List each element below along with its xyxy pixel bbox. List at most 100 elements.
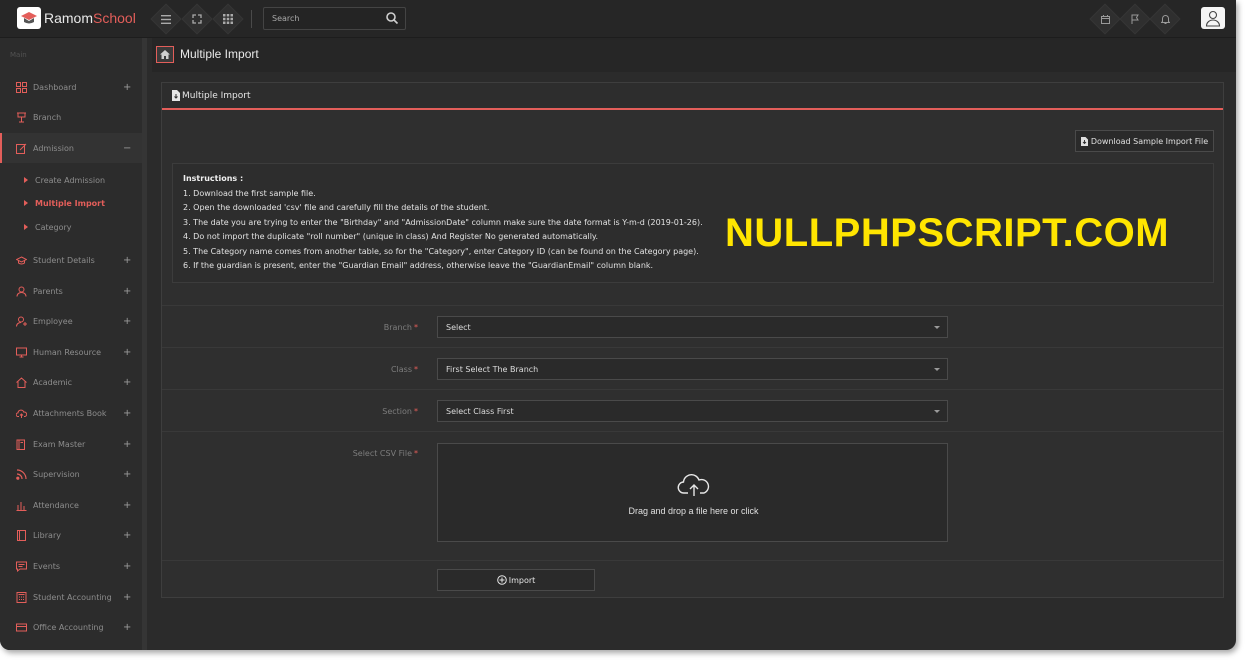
sidebar-item-label: Attachments Book	[33, 408, 107, 418]
csv-dropzone[interactable]: Drag and drop a file here or click	[437, 443, 948, 542]
expand-icon[interactable]: +	[123, 377, 131, 388]
sidebar-subitem-create-admission[interactable]: Create Admission	[24, 173, 105, 187]
sidebar-subitem-category[interactable]: Category	[24, 220, 72, 234]
expand-icon[interactable]: +	[123, 469, 131, 480]
bullet-icon	[24, 177, 28, 183]
required-mark: *	[414, 407, 418, 416]
row-divider	[162, 305, 1223, 306]
csv-file-label-text: Select CSV File	[352, 449, 412, 458]
section-select[interactable]: Select Class First	[437, 400, 948, 422]
expand-icon[interactable]: +	[123, 500, 131, 511]
expand-icon[interactable]: +	[123, 286, 131, 297]
sidebar-item-dashboard[interactable]: Dashboard +	[0, 72, 142, 102]
logo[interactable]: RamomSchool	[17, 7, 136, 29]
branch-select[interactable]: Select	[437, 316, 948, 338]
sidebar-item-label: Student Details	[33, 255, 95, 265]
menu-icon[interactable]	[155, 8, 177, 30]
cloud-upload-icon	[16, 409, 27, 418]
user-avatar-icon[interactable]	[1201, 7, 1225, 29]
sidebar-item-student-accounting[interactable]: Student Accounting +	[0, 582, 142, 612]
instruction-line: 6. If the guardian is present, enter the…	[183, 261, 654, 271]
logo-mark-icon	[17, 7, 41, 29]
flag-icon[interactable]	[1124, 8, 1146, 30]
branch-label-text: Branch	[383, 323, 412, 332]
sidebar-item-label: Exam Master	[33, 439, 86, 449]
panel-header: Multiple Import	[162, 83, 1223, 110]
branch-icon	[17, 112, 26, 122]
search-placeholder: Search	[272, 14, 300, 23]
expand-icon[interactable]: +	[123, 82, 131, 93]
row-divider	[162, 389, 1223, 390]
user-icon	[16, 286, 27, 297]
required-mark: *	[414, 323, 418, 332]
expand-icon[interactable]: +	[123, 439, 131, 450]
download-sample-label: Download Sample Import File	[1090, 136, 1209, 146]
expand-icon[interactable]: +	[123, 347, 131, 358]
sidebar-item-branch[interactable]: Branch	[0, 102, 142, 132]
file-download-icon	[1080, 136, 1088, 146]
sidebar-item-attachments-book[interactable]: Attachments Book +	[0, 398, 142, 428]
class-label: Class *	[162, 365, 418, 374]
bell-icon[interactable]	[1154, 8, 1176, 30]
home-icon[interactable]	[156, 46, 174, 63]
expand-icon[interactable]: +	[123, 530, 131, 541]
class-label-text: Class	[390, 365, 412, 374]
subitem-label: Create Admission	[35, 175, 106, 185]
search-input[interactable]: Search	[263, 7, 406, 30]
dashboard-icon	[16, 81, 27, 93]
sidebar-item-admission[interactable]: Admission −	[0, 133, 142, 163]
monitor-icon	[16, 347, 27, 357]
apps-grid-icon[interactable]	[217, 8, 239, 30]
expand-icon[interactable]: +	[123, 561, 131, 572]
row-divider	[162, 560, 1223, 561]
rss-icon	[16, 468, 27, 480]
branch-label: Branch *	[162, 323, 418, 332]
collapse-icon[interactable]: −	[123, 143, 131, 154]
sidebar-item-label: Library	[33, 530, 61, 540]
class-select[interactable]: First Select The Branch	[437, 358, 948, 380]
row-divider	[162, 431, 1223, 432]
bullet-icon	[24, 224, 28, 230]
library-icon	[17, 529, 26, 541]
sidebar-item-exam-master[interactable]: Exam Master +	[0, 429, 142, 459]
sidebar-item-library[interactable]: Library +	[0, 520, 142, 550]
book-icon	[16, 439, 25, 450]
expand-icon[interactable]: +	[123, 408, 131, 419]
expand-icon[interactable]: +	[123, 592, 131, 603]
sidebar: Main Dashboard + Branch Admission − Crea…	[0, 38, 147, 650]
page-header: Multiple Import	[152, 38, 1236, 72]
app-window: RamomSchool Search Main Dashboard + Bran…	[0, 0, 1236, 650]
top-bar: RamomSchool Search	[0, 0, 1236, 38]
sidebar-subitem-multiple-import[interactable]: Multiple Import	[24, 196, 105, 210]
credit-card-icon	[16, 623, 27, 631]
required-mark: *	[414, 449, 418, 458]
graduation-cap-icon	[16, 255, 27, 264]
expand-icon[interactable]: +	[123, 316, 131, 327]
message-icon	[16, 561, 27, 572]
sidebar-item-parents[interactable]: Parents +	[0, 276, 142, 306]
expand-icon[interactable]: +	[123, 255, 131, 266]
sidebar-item-label: Parents	[33, 286, 63, 296]
sidebar-item-academic[interactable]: Academic +	[0, 367, 142, 397]
sidebar-item-attendance[interactable]: Attendance +	[0, 490, 142, 520]
sidebar-item-student-details[interactable]: Student Details +	[0, 245, 142, 275]
calendar-icon[interactable]	[1094, 8, 1116, 30]
sidebar-item-employee[interactable]: Employee +	[0, 306, 142, 336]
download-sample-button[interactable]: Download Sample Import File	[1075, 130, 1214, 152]
import-button[interactable]: Import	[437, 569, 595, 591]
watermark-text: NULLPHPSCRIPT.COM	[725, 211, 1170, 255]
sidebar-item-supervision[interactable]: Supervision +	[0, 459, 142, 489]
bar-chart-icon	[16, 501, 27, 511]
fullscreen-icon[interactable]	[186, 8, 208, 30]
sidebar-item-human-resource[interactable]: Human Resource +	[0, 337, 142, 367]
dropzone-text: Drag and drop a file here or click	[628, 506, 759, 516]
sidebar-item-office-accounting[interactable]: Office Accounting +	[0, 612, 142, 642]
sidebar-item-label: Employee	[33, 316, 73, 326]
toolbar-divider	[251, 10, 252, 28]
sidebar-item-label: Events	[33, 561, 61, 571]
sidebar-item-label: Academic	[33, 377, 73, 387]
logo-text-part2: School	[93, 10, 136, 26]
expand-icon[interactable]: +	[123, 622, 131, 633]
search-icon[interactable]	[385, 11, 399, 25]
sidebar-item-events[interactable]: Events +	[0, 551, 142, 581]
